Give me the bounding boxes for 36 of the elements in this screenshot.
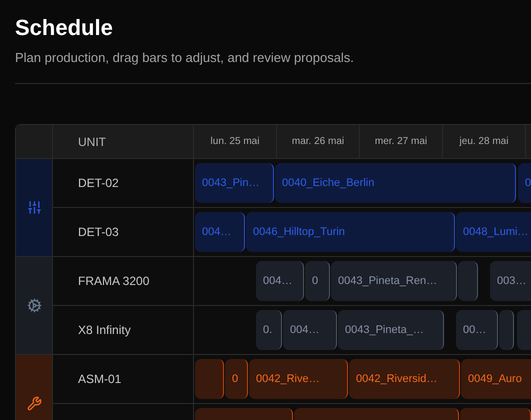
schedule-bar[interactable]: 004…	[195, 212, 245, 252]
schedule-bar[interactable]: 0	[518, 163, 531, 203]
day-header: jeu. 28 mai	[443, 125, 526, 158]
schedule-bar[interactable]: 0	[225, 359, 248, 399]
day-header: lun. 25 mai	[194, 125, 277, 158]
schedule-bar[interactable]: 00…	[456, 310, 498, 350]
day-header: mar. 26 mai	[277, 125, 360, 158]
schedule-bar[interactable]: 004…	[256, 261, 304, 301]
page-title: Schedule	[15, 14, 114, 42]
schedule-bar[interactable]: 0043_Pineta_Ren…	[331, 261, 457, 301]
unit-name: ASM-01	[78, 372, 122, 386]
schedule-bar[interactable]: 0	[305, 261, 330, 301]
wrench-icon	[26, 396, 42, 411]
schedule-bar[interactable]: 0043_Pineta_…	[338, 310, 444, 350]
schedule-bar[interactable]: 0040_Eiche_Berlin	[275, 163, 516, 203]
day-header: mer. 27 mai	[360, 125, 443, 158]
gear-icon	[26, 298, 42, 313]
schedule-bar[interactable]: 0042_Riversid…	[349, 359, 460, 399]
schedule-bar[interactable]: 003…	[490, 261, 531, 301]
schedule-bar[interactable]	[458, 261, 478, 301]
unit-name: X8 Infinity	[78, 323, 131, 337]
sliders-icon	[26, 200, 42, 215]
schedule-bar[interactable]: 004…	[283, 310, 337, 350]
column-header: UNIT	[53, 125, 194, 158]
schedule-bar[interactable]	[195, 359, 224, 399]
schedule-bar[interactable]	[499, 310, 514, 350]
schedule-bar[interactable]: 0.	[256, 310, 282, 350]
schedule-bar[interactable]: 0049_Auro	[461, 359, 531, 399]
unit-name: FRAMA 3200	[78, 274, 150, 288]
schedule-bar[interactable]: 0046_Hilltop_Turin	[246, 212, 455, 252]
page-subtitle: Plan production, drag bars to adjust, and review proposals.	[15, 50, 355, 66]
schedule-bar[interactable]: 0042_Rive…	[249, 359, 348, 399]
unit-name: DET-02	[78, 176, 119, 190]
unit-name: DET-03	[78, 225, 119, 239]
schedule-bar[interactable]: 0048_Lumi…	[456, 212, 531, 252]
schedule-bar[interactable]: 0043_Pin…	[195, 163, 274, 203]
